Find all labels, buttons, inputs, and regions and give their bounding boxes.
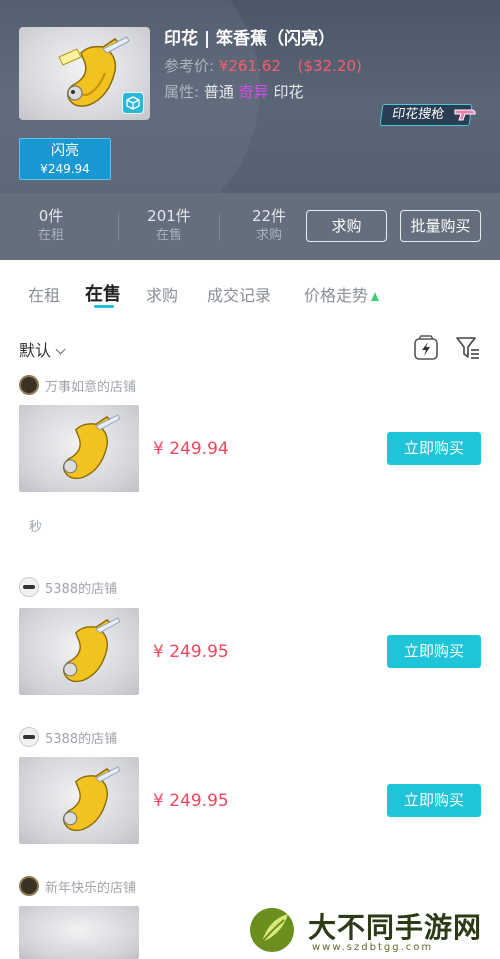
listing-image[interactable] [19,757,139,844]
site-watermark: 大不同手游网 www.szdbtgg.com [248,904,500,959]
stat-want-count: 22件 [251,207,287,225]
listing-note: 秒 [29,520,43,535]
attribute-rarity: 奇异 [238,83,269,101]
item-image[interactable] [19,27,150,120]
filter-icon[interactable] [455,335,481,361]
avatar [19,375,39,395]
variant-shiny-button[interactable]: 闪亮 ¥249.94 [19,138,111,180]
banana-sticker-icon [62,766,121,832]
stat-sale[interactable]: 201件 在售 [141,207,197,245]
active-tab-indicator [94,305,114,308]
cube-icon [122,92,144,114]
leaf-logo-icon [250,908,294,952]
listing-price: ¥ 249.95 [153,642,229,662]
tab-sale[interactable]: 在售 [85,280,121,306]
trend-up-icon [371,292,380,301]
listing-image[interactable] [19,405,139,492]
stat-divider [118,213,119,241]
stat-sale-label: 在售 [155,228,182,243]
reference-price-usd: ($32.20) [297,57,362,75]
attribute-type: 印花 [273,83,304,101]
listing-image[interactable] [19,608,139,695]
avatar [19,577,39,597]
want-to-buy-button[interactable]: 求购 [306,210,387,242]
variant-price: ¥249.94 [40,162,90,176]
bulk-buy-button[interactable]: 批量购买 [400,210,481,242]
variant-name: 闪亮 [51,143,79,159]
buy-now-button[interactable]: 立即购买 [387,635,481,668]
attributes-label: 属性: [164,83,200,101]
avatar [19,876,39,896]
buy-now-button[interactable]: 立即购买 [387,432,481,465]
store-row[interactable]: 5388的店铺 [19,577,117,597]
store-name: 新年快乐的店铺 [45,880,137,896]
stat-want[interactable]: 22件 求购 [244,207,294,245]
item-header: 印花 | 笨香蕉（闪亮） 参考价: ¥261.62 ($32.20) 属性: 普… [0,0,500,193]
stat-want-label: 求购 [255,228,282,243]
attribute-quality: 普通 [203,83,234,101]
reference-price-cny: ¥261.62 [218,57,281,75]
store-row[interactable]: 万事如意的店铺 [19,375,136,395]
listing-price: ¥ 249.94 [153,439,229,459]
stat-rent-label: 在租 [37,228,64,243]
stat-rent[interactable]: 0件 在租 [28,207,74,245]
reference-price-label: 参考价: [164,57,215,75]
chevron-down-icon [55,344,66,355]
buy-now-button[interactable]: 立即购买 [387,784,481,817]
item-title: 印花 | 笨香蕉（闪亮） [164,29,336,49]
watermark-url: www.szdbtgg.com [312,942,434,953]
store-row[interactable]: 新年快乐的店铺 [19,876,136,896]
stat-sale-count: 201件 [147,207,191,225]
gun-icon [454,109,476,121]
tab-rent[interactable]: 在租 [28,282,60,306]
stat-rent-count: 0件 [38,207,64,225]
attributes-row: 属性: 普通 奇异 印花 [164,81,303,102]
banana-sticker-icon [62,414,121,480]
store-row[interactable]: 5388的店铺 [19,727,117,747]
listing-image[interactable] [19,906,139,959]
tab-want[interactable]: 求购 [146,282,178,306]
banana-sticker-icon [62,617,121,683]
reference-price-row: 参考价: ¥261.62 ($32.20) [164,55,362,76]
sticker-search-gun-button[interactable]: 印花搜枪 [379,102,481,127]
tab-records[interactable]: 成交记录 [207,282,271,306]
tab-price-trend[interactable]: 价格走势 [304,282,380,306]
store-name: 5388的店铺 [45,581,118,597]
tab-bar: 在租 在售 求购 成交记录 价格走势 [0,260,500,318]
stat-divider [219,213,220,241]
sort-dropdown[interactable]: 默认 [19,337,66,361]
store-name: 5388的店铺 [45,731,118,747]
listing-price: ¥ 249.95 [153,791,229,811]
tab-price-trend-label: 价格走势 [304,286,369,305]
avatar [19,727,39,747]
store-name: 万事如意的店铺 [45,379,137,395]
watermark-name: 大不同手游网 [308,911,483,944]
sort-label: 默认 [19,341,52,360]
lightning-icon[interactable] [413,335,439,361]
